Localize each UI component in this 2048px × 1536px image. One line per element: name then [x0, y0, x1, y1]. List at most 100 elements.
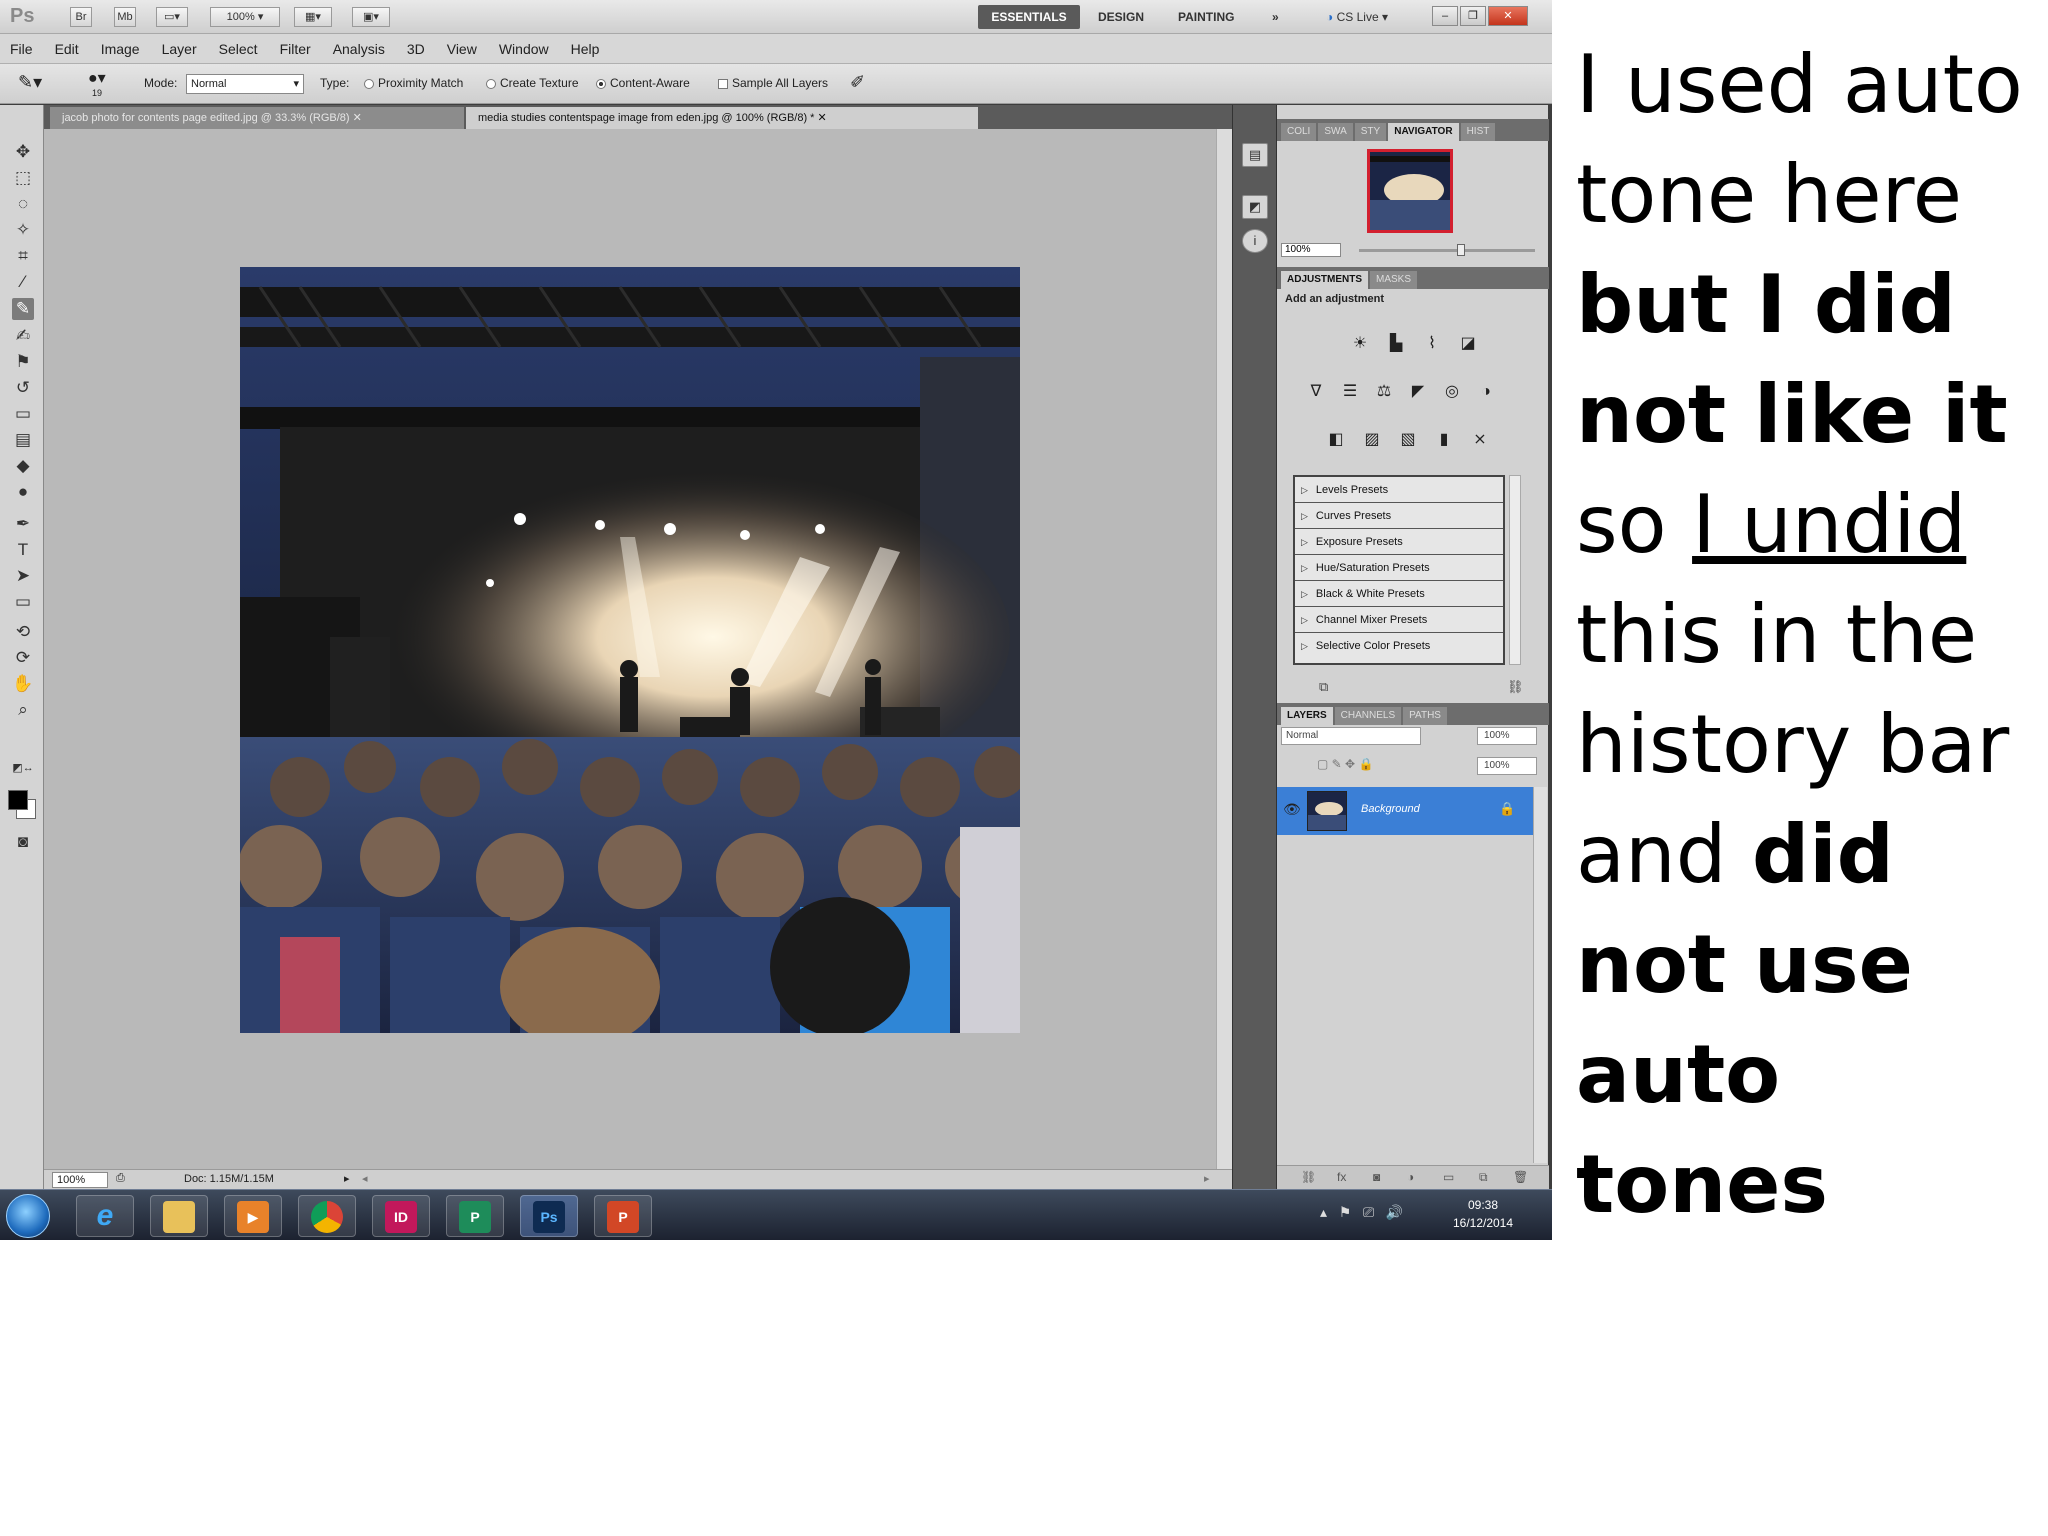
eraser-tool-icon[interactable]: ▭ — [12, 403, 34, 425]
selective-color-icon[interactable]: ⨯ — [1467, 427, 1493, 453]
mode-select[interactable]: Normal ▾ — [186, 74, 304, 94]
link-layers-icon[interactable]: ⛓ — [1301, 1170, 1316, 1184]
blend-mode-select[interactable]: Normal — [1281, 727, 1421, 745]
dodge-tool-icon[interactable]: ● — [12, 481, 34, 503]
proximity-match-radio[interactable]: Proximity Match — [364, 76, 463, 90]
workspace-painting-button[interactable]: PAINTING — [1178, 5, 1234, 29]
hand-tool-icon[interactable]: ✋ — [12, 673, 34, 695]
foreground-color-swatch[interactable] — [8, 790, 28, 810]
menu-select[interactable]: Select — [219, 41, 258, 57]
workspace-design-button[interactable]: DESIGN — [1098, 5, 1144, 29]
layers-scrollbar[interactable] — [1533, 787, 1547, 1163]
canvas-vertical-scrollbar[interactable] — [1216, 129, 1232, 1169]
document-tab-media-studies[interactable]: media studies contentspage image from ed… — [466, 107, 978, 129]
clock-time[interactable]: 09:38 — [1448, 1198, 1518, 1212]
navigator-zoom-slider-handle[interactable] — [1457, 244, 1465, 256]
menu-filter[interactable]: Filter — [280, 41, 311, 57]
menu-view[interactable]: View — [447, 41, 477, 57]
lock-icons[interactable]: ▢ ✎ ✥ 🔒 — [1317, 757, 1373, 771]
zoom-level-menu[interactable]: 100% ▾ — [210, 7, 280, 27]
tab-color[interactable]: COLI — [1281, 123, 1317, 141]
history-brush-tool-icon[interactable]: ↺ — [12, 377, 34, 399]
more-workspaces-button[interactable]: » — [1272, 5, 1279, 29]
status-info-icon[interactable]: ⎙ — [116, 1172, 125, 1185]
brush-preset-icon[interactable]: ●▾ — [88, 68, 106, 88]
clone-stamp-tool-icon[interactable]: ⚑ — [12, 351, 34, 373]
channel-mixer-icon[interactable]: ◑ — [1473, 379, 1499, 405]
3d-orbit-tool-icon[interactable]: ⟳ — [12, 647, 34, 669]
delete-layer-icon[interactable]: 🗑 — [1513, 1170, 1528, 1184]
spot-healing-brush-tool-icon[interactable]: ✎ — [12, 298, 34, 320]
type-tool-icon[interactable]: T — [12, 539, 34, 561]
presets-scrollbar[interactable] — [1509, 475, 1521, 665]
start-button[interactable] — [6, 1194, 50, 1238]
preset-levels[interactable]: ▷ Levels Presets — [1295, 477, 1503, 503]
threshold-icon[interactable]: ▧ — [1395, 427, 1421, 453]
brightness-contrast-icon[interactable]: ☀ — [1347, 331, 1373, 357]
tab-styles[interactable]: STY — [1354, 123, 1387, 141]
internet-explorer-icon[interactable]: e — [76, 1195, 134, 1237]
gradient-map-icon[interactable]: ▮ — [1431, 427, 1457, 453]
menu-edit[interactable]: Edit — [55, 41, 79, 57]
new-layer-icon[interactable]: ⧉ — [1479, 1170, 1488, 1185]
view-extras-icon[interactable]: ▭▾ — [156, 7, 188, 27]
visibility-eye-icon[interactable]: 👁 — [1283, 801, 1301, 818]
path-selection-tool-icon[interactable]: ➤ — [12, 565, 34, 587]
bridge-icon[interactable]: Br — [70, 7, 92, 27]
minimize-button[interactable]: – — [1432, 6, 1458, 26]
menu-help[interactable]: Help — [571, 41, 600, 57]
screen-mode-icon[interactable]: ▣▾ — [352, 7, 390, 27]
menu-image[interactable]: Image — [101, 41, 140, 57]
crop-tool-icon[interactable]: ⌗ — [12, 245, 34, 267]
preset-curves[interactable]: ▷ Curves Presets — [1295, 503, 1503, 529]
tab-masks[interactable]: MASKS — [1370, 271, 1418, 289]
media-player-icon[interactable]: ▶ — [224, 1195, 282, 1237]
pressure-size-icon[interactable]: ✐ — [850, 72, 865, 93]
powerpoint-icon[interactable]: P — [594, 1195, 652, 1237]
quick-selection-tool-icon[interactable]: ✧ — [12, 219, 34, 241]
volume-icon[interactable]: 🔊 — [1386, 1204, 1403, 1220]
levels-icon[interactable]: ▙ — [1383, 331, 1409, 357]
gradient-tool-icon[interactable]: ▤ — [12, 429, 34, 451]
curves-icon[interactable]: ⌇ — [1419, 331, 1445, 357]
navigator-zoom-slider[interactable] — [1359, 249, 1535, 252]
restore-button[interactable]: ❐ — [1460, 6, 1486, 26]
scroll-right-icon[interactable]: ▸ — [1204, 1172, 1210, 1185]
fill-field[interactable]: 100% — [1477, 757, 1537, 775]
default-colors-icon[interactable]: ◩↔ — [12, 757, 34, 779]
preset-selective-color[interactable]: ▷ Selective Color Presets — [1295, 633, 1503, 659]
hue-saturation-icon[interactable]: ☰ — [1337, 379, 1363, 405]
vibrance-icon[interactable]: ∇ — [1303, 379, 1329, 405]
zoom-field[interactable]: 100% — [52, 1172, 108, 1188]
layer-mask-icon[interactable]: ◙ — [1373, 1170, 1380, 1184]
adjustment-layer-icon[interactable]: ◑ — [1407, 1170, 1414, 1184]
menu-layer[interactable]: Layer — [162, 41, 197, 57]
workspace-essentials-button[interactable]: ESSENTIALS — [978, 5, 1080, 29]
color-balance-icon[interactable]: ⚖ — [1371, 379, 1397, 405]
tab-swatches[interactable]: SWA — [1318, 123, 1353, 141]
preset-black-white[interactable]: ▷ Black & White Presets — [1295, 581, 1503, 607]
invert-icon[interactable]: ◧ — [1323, 427, 1349, 453]
clock-date[interactable]: 16/12/2014 — [1440, 1216, 1526, 1230]
black-white-icon[interactable]: ◤ — [1405, 379, 1431, 405]
3d-rotate-tool-icon[interactable]: ⟲ — [12, 621, 34, 643]
document-tab-jacob-photo[interactable]: jacob photo for contents page edited.jpg… — [50, 107, 464, 129]
show-hidden-icons-icon[interactable]: ▴ — [1320, 1204, 1327, 1220]
close-tab-icon[interactable]: ✕ — [353, 112, 362, 124]
navigator-zoom-field[interactable]: 100% — [1281, 243, 1341, 257]
zoom-tool-icon[interactable]: ⌕ — [12, 699, 34, 721]
network-icon[interactable]: ⎚ — [1363, 1204, 1374, 1220]
marquee-tool-icon[interactable]: ⬚ — [12, 167, 34, 189]
indesign-icon[interactable]: ID — [372, 1195, 430, 1237]
tab-adjustments[interactable]: ADJUSTMENTS — [1281, 271, 1369, 289]
publisher-icon[interactable]: P — [446, 1195, 504, 1237]
exposure-icon[interactable]: ◪ — [1455, 331, 1481, 357]
photoshop-taskbar-icon[interactable]: Ps — [520, 1195, 578, 1237]
scroll-left-icon[interactable]: ◂ — [362, 1172, 368, 1185]
minibridge-icon[interactable]: Mb — [114, 7, 136, 27]
blur-tool-icon[interactable]: ◆ — [12, 455, 34, 477]
action-center-flag-icon[interactable]: ⚑ — [1339, 1204, 1352, 1220]
navigator-thumbnail[interactable] — [1367, 149, 1453, 233]
menu-3d[interactable]: 3D — [407, 41, 425, 57]
posterize-icon[interactable]: ▨ — [1359, 427, 1385, 453]
